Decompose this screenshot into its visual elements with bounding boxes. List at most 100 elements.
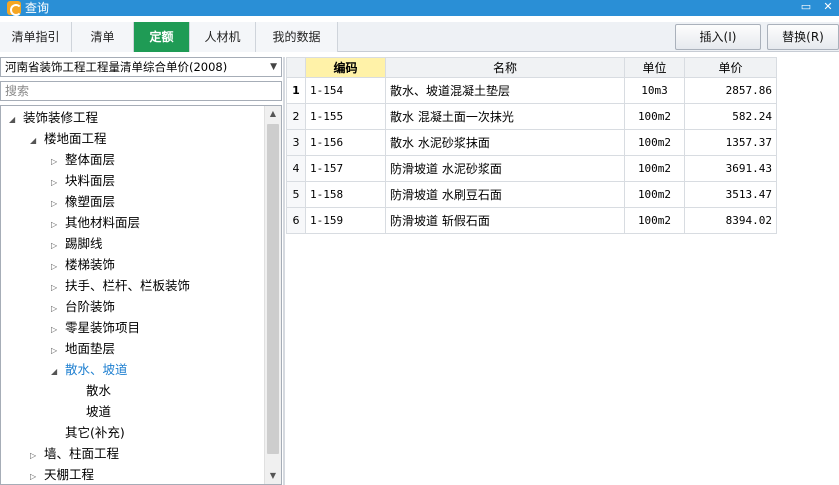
column-header-unit[interactable]: 单位 bbox=[624, 57, 685, 78]
tree-toggle-icon[interactable]: ◢ bbox=[9, 109, 23, 130]
cell-unit[interactable]: 100m2 bbox=[624, 155, 685, 182]
minimize-icon[interactable]: ▭ bbox=[795, 0, 817, 16]
row-number: 2 bbox=[286, 103, 306, 130]
cell-unit[interactable]: 100m2 bbox=[624, 181, 685, 208]
scroll-down-icon[interactable]: ▼ bbox=[265, 468, 281, 484]
tree-toggle-icon[interactable]: ▷ bbox=[51, 298, 65, 319]
insert-button[interactable]: 插入(I) bbox=[675, 24, 761, 50]
cell-unit[interactable]: 100m2 bbox=[624, 103, 685, 130]
app-icon bbox=[7, 1, 22, 16]
cell-name[interactable]: 防滑坡道 水刷豆石面 bbox=[385, 181, 625, 208]
tree-toggle-icon[interactable]: ▷ bbox=[51, 277, 65, 298]
tab-my-data[interactable]: 我的数据 bbox=[256, 22, 338, 52]
cell-unit[interactable]: 100m2 bbox=[624, 207, 685, 234]
panel-splitter[interactable] bbox=[283, 57, 285, 485]
tree-item[interactable]: ▷ 地面垫层 bbox=[51, 338, 115, 359]
left-panel: 河南省装饰工程工程量清单综合单价(2008) ▼ ◢装饰装修工程 ◢楼地面工程 … bbox=[0, 57, 283, 485]
cell-code[interactable]: 1-157 bbox=[305, 155, 386, 182]
tree-item[interactable]: 坡道 bbox=[72, 401, 111, 422]
cell-price[interactable]: 582.24 bbox=[684, 103, 777, 130]
tab-list[interactable]: 清单 bbox=[72, 22, 134, 52]
tree-toggle-icon[interactable]: ▷ bbox=[51, 340, 65, 361]
tree-toggle-icon[interactable]: ◢ bbox=[30, 130, 44, 151]
tab-list-guide[interactable]: 清单指引 bbox=[0, 22, 72, 52]
table-row[interactable]: 3 1-156 散水 水泥砂浆抹面 100m2 1357.37 bbox=[286, 129, 777, 156]
cell-price[interactable]: 3513.47 bbox=[684, 181, 777, 208]
scroll-up-icon[interactable]: ▲ bbox=[265, 106, 281, 122]
table-row[interactable]: 5 1-158 防滑坡道 水刷豆石面 100m2 3513.47 bbox=[286, 181, 777, 208]
quota-grid: 编码 名称 单位 单价 1 1-154 散水、坡道混凝土垫层 10m3 2857… bbox=[286, 57, 777, 234]
cell-price[interactable]: 8394.02 bbox=[684, 207, 777, 234]
tree-item-selected[interactable]: ◢ 散水、坡道 bbox=[51, 359, 128, 380]
table-row[interactable]: 1 1-154 散水、坡道混凝土垫层 10m3 2857.86 bbox=[286, 77, 777, 104]
tree-item[interactable]: ▷ 踢脚线 bbox=[51, 233, 103, 254]
tree-toggle-icon[interactable]: ▷ bbox=[51, 172, 65, 193]
row-number-header bbox=[286, 57, 306, 78]
tree-toggle-icon[interactable]: ▷ bbox=[51, 151, 65, 172]
tree-item[interactable]: ▷ 台阶装饰 bbox=[51, 296, 115, 317]
tree-toggle-icon[interactable]: ▷ bbox=[51, 214, 65, 235]
cell-price[interactable]: 1357.37 bbox=[684, 129, 777, 156]
cell-name[interactable]: 散水 混凝土面一次抹光 bbox=[385, 103, 625, 130]
cell-name[interactable]: 散水、坡道混凝土垫层 bbox=[385, 77, 625, 104]
tree-toggle-icon[interactable]: ◢ bbox=[51, 361, 65, 382]
search-input[interactable] bbox=[1, 82, 281, 100]
library-select-value: 河南省装饰工程工程量清单综合单价(2008) bbox=[5, 60, 228, 74]
cell-code[interactable]: 1-155 bbox=[305, 103, 386, 130]
cell-unit[interactable]: 100m2 bbox=[624, 129, 685, 156]
close-icon[interactable]: ✕ bbox=[817, 0, 839, 16]
tree-item[interactable]: ▷ 天棚工程 bbox=[30, 464, 94, 484]
category-tree: ◢ 装饰装修工程 ◢ 楼地面工程 ▷ 整体面层 ▷ 块料面层 ▷ 橡塑面层 ▷ 其他材料面层… bbox=[0, 105, 282, 485]
tab-labor-material-machine[interactable]: 人材机 bbox=[190, 22, 256, 52]
tree-scrollbar[interactable]: ▲ ▼ bbox=[264, 106, 281, 484]
row-number: 6 bbox=[286, 207, 306, 234]
tree-toggle-icon[interactable]: ▷ bbox=[30, 445, 44, 466]
library-select[interactable]: 河南省装饰工程工程量清单综合单价(2008) ▼ bbox=[0, 57, 282, 77]
column-header-name[interactable]: 名称 bbox=[385, 57, 625, 78]
cell-code[interactable]: 1-158 bbox=[305, 181, 386, 208]
cell-price[interactable]: 3691.43 bbox=[684, 155, 777, 182]
cell-name[interactable]: 散水 水泥砂浆抹面 bbox=[385, 129, 625, 156]
chevron-down-icon[interactable]: ▼ bbox=[270, 58, 277, 76]
table-row[interactable]: 2 1-155 散水 混凝土面一次抹光 100m2 582.24 bbox=[286, 103, 777, 130]
cell-price[interactable]: 2857.86 bbox=[684, 77, 777, 104]
cell-unit[interactable]: 10m3 bbox=[624, 77, 685, 104]
row-number: 1 bbox=[286, 77, 306, 104]
cell-code[interactable]: 1-154 bbox=[305, 77, 386, 104]
column-header-price[interactable]: 单价 bbox=[684, 57, 777, 78]
tree-item[interactable]: ▷ 扶手、栏杆、栏板装饰 bbox=[51, 275, 190, 296]
cell-name[interactable]: 防滑坡道 斩假石面 bbox=[385, 207, 625, 234]
tree-item[interactable]: ▷ 零星装饰项目 bbox=[51, 317, 140, 338]
tree-item[interactable]: ▷ 块料面层 bbox=[51, 170, 115, 191]
column-header-code[interactable]: 编码 bbox=[305, 57, 386, 78]
table-row[interactable]: 4 1-157 防滑坡道 水泥砂浆面 100m2 3691.43 bbox=[286, 155, 777, 182]
title-bar: 查询 ▭ ✕ bbox=[0, 0, 839, 16]
tree-item[interactable]: ◢ 装饰装修工程 bbox=[9, 107, 98, 128]
row-number: 4 bbox=[286, 155, 306, 182]
tree-toggle-icon[interactable]: ▷ bbox=[30, 466, 44, 484]
cell-code[interactable]: 1-156 bbox=[305, 129, 386, 156]
row-number: 3 bbox=[286, 129, 306, 156]
tree-item[interactable]: 其它(补充) bbox=[51, 422, 125, 443]
tab-quota[interactable]: 定额 bbox=[134, 22, 190, 52]
cell-code[interactable]: 1-159 bbox=[305, 207, 386, 234]
tree-toggle-icon[interactable]: ▷ bbox=[51, 193, 65, 214]
tree-item[interactable]: ▷ 墙、柱面工程 bbox=[30, 443, 119, 464]
table-row[interactable]: 6 1-159 防滑坡道 斩假石面 100m2 8394.02 bbox=[286, 207, 777, 234]
tree-item[interactable]: ▷ 楼梯装饰 bbox=[51, 254, 115, 275]
tree-item[interactable]: ▷ 其他材料面层 bbox=[51, 212, 140, 233]
tree-item[interactable]: ▷ 橡塑面层 bbox=[51, 191, 115, 212]
scroll-thumb[interactable] bbox=[267, 124, 279, 454]
tree-toggle-icon[interactable]: ▷ bbox=[51, 235, 65, 256]
cell-name[interactable]: 防滑坡道 水泥砂浆面 bbox=[385, 155, 625, 182]
tree-item[interactable]: ▷ 整体面层 bbox=[51, 149, 115, 170]
grid-header: 编码 名称 单位 单价 bbox=[286, 57, 777, 78]
tree-item[interactable]: 散水 bbox=[72, 380, 111, 401]
row-number: 5 bbox=[286, 181, 306, 208]
search-box[interactable] bbox=[0, 81, 282, 101]
tree-item[interactable]: ◢ 楼地面工程 bbox=[30, 128, 107, 149]
window-controls: ▭ ✕ bbox=[795, 0, 839, 16]
tree-toggle-icon[interactable]: ▷ bbox=[51, 256, 65, 277]
tree-toggle-icon[interactable]: ▷ bbox=[51, 319, 65, 340]
replace-button[interactable]: 替换(R) bbox=[767, 24, 839, 50]
